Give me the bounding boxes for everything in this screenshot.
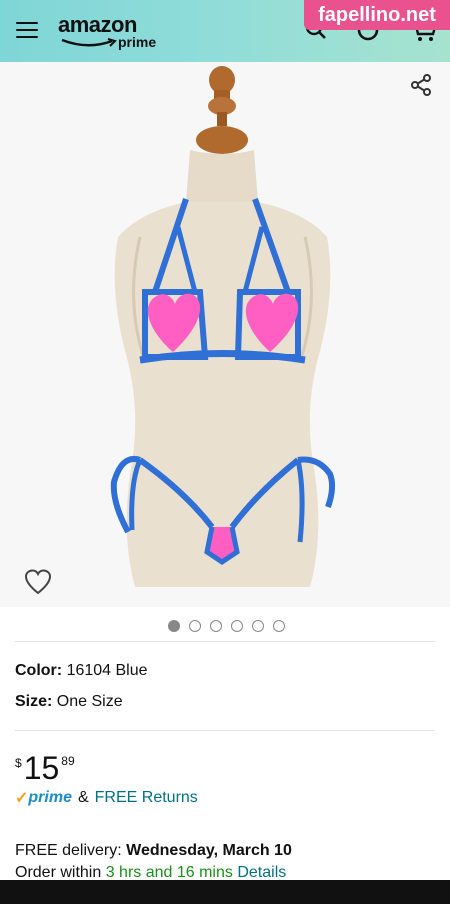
color-label: Color: bbox=[15, 662, 63, 679]
delivery-label: FREE delivery: bbox=[15, 842, 122, 859]
color-value: 16104 Blue bbox=[66, 662, 148, 679]
prime-badge: prime bbox=[28, 789, 72, 806]
watermark-badge: fapellino.net bbox=[304, 0, 450, 30]
ampersand: & bbox=[77, 789, 89, 806]
carousel-dot[interactable] bbox=[189, 620, 201, 632]
carousel-dot[interactable] bbox=[231, 620, 243, 632]
system-navigation-bar bbox=[0, 880, 450, 904]
size-value: One Size bbox=[56, 693, 123, 710]
price-fraction: 89 bbox=[61, 754, 75, 768]
size-label: Size: bbox=[15, 693, 53, 710]
amazon-prime-logo[interactable]: amazon prime bbox=[58, 12, 168, 52]
carousel-dot[interactable] bbox=[210, 620, 222, 632]
heart-icon bbox=[24, 569, 52, 595]
logo-smile-icon bbox=[61, 38, 117, 47]
delivery-details-link[interactable]: Details bbox=[237, 864, 286, 881]
app-header: amazon prime fapellino.net bbox=[0, 0, 450, 62]
image-carousel-indicator[interactable] bbox=[168, 620, 285, 632]
carousel-dot[interactable] bbox=[252, 620, 264, 632]
carousel-dot[interactable] bbox=[273, 620, 285, 632]
price-currency: $ bbox=[15, 756, 22, 770]
prime-check-icon: ✓ bbox=[15, 790, 29, 807]
wishlist-button[interactable] bbox=[23, 567, 53, 597]
divider bbox=[15, 641, 435, 642]
order-countdown: 3 hrs and 16 mins bbox=[105, 864, 233, 881]
logo-prime-text: prime bbox=[118, 34, 157, 50]
free-returns-link[interactable]: FREE Returns bbox=[95, 789, 198, 807]
size-selector[interactable]: Size: One Size bbox=[15, 693, 123, 711]
price-whole: 15 bbox=[23, 750, 60, 786]
share-icon bbox=[411, 74, 431, 96]
divider bbox=[15, 730, 435, 731]
menu-icon[interactable] bbox=[16, 22, 38, 40]
delivery-date: Wednesday, March 10 bbox=[126, 842, 292, 859]
delivery-info: FREE delivery: Wednesday, March 10 bbox=[15, 842, 292, 860]
product-image-gallery[interactable] bbox=[0, 62, 450, 607]
price: $ 15 89 bbox=[15, 752, 75, 784]
color-selector[interactable]: Color: 16104 Blue bbox=[15, 662, 148, 680]
carousel-dot[interactable] bbox=[168, 620, 180, 632]
prime-shipping-row: ✓ prime & FREE Returns bbox=[15, 788, 198, 808]
order-within-prefix: Order within bbox=[15, 864, 102, 881]
product-image bbox=[110, 66, 336, 587]
share-button[interactable] bbox=[406, 70, 436, 100]
